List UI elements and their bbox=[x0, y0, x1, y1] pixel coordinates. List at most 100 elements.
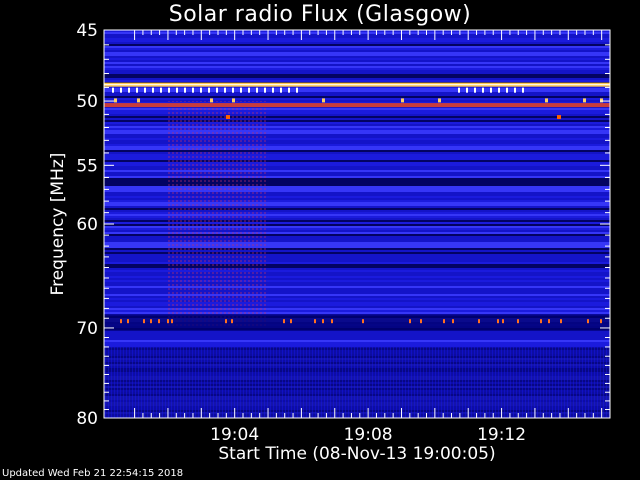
spike bbox=[458, 87, 460, 93]
spectrogram-row bbox=[104, 60, 610, 62]
y-tick-label: 70 bbox=[76, 319, 98, 339]
x-tick-label: 19:08 bbox=[344, 425, 393, 445]
enhanced-emission-band bbox=[167, 101, 269, 328]
spike bbox=[522, 87, 524, 93]
spectrogram-row bbox=[104, 88, 610, 90]
spike bbox=[136, 87, 138, 93]
spike bbox=[482, 87, 484, 93]
spectrogram-row bbox=[104, 74, 610, 76]
spike bbox=[296, 87, 298, 93]
spectrogram-row bbox=[104, 334, 610, 336]
spike bbox=[557, 115, 561, 120]
spike bbox=[176, 87, 178, 93]
spectrogram-row bbox=[104, 54, 610, 56]
spike bbox=[420, 319, 422, 324]
spectrogram-row bbox=[104, 58, 610, 60]
dark-band bbox=[104, 314, 610, 331]
spectrogram-row bbox=[104, 78, 610, 80]
spike bbox=[137, 98, 140, 103]
spike bbox=[167, 319, 169, 324]
spike bbox=[560, 319, 562, 324]
spike bbox=[114, 98, 117, 103]
spike bbox=[322, 98, 325, 103]
spike bbox=[548, 319, 550, 324]
spectrogram-row bbox=[104, 56, 610, 58]
spectrogram-row bbox=[104, 336, 610, 338]
spike bbox=[168, 87, 170, 93]
x-tick-label: 19:04 bbox=[210, 425, 259, 445]
spike bbox=[452, 319, 454, 324]
spike bbox=[248, 87, 250, 93]
spectrogram-row bbox=[104, 80, 610, 82]
spectrogram-chart: 45505560708019:04 19:08 19:12 bbox=[76, 21, 611, 445]
spike bbox=[232, 98, 235, 103]
spike bbox=[438, 98, 441, 103]
spectrogram-row bbox=[104, 76, 610, 78]
spectrogram-row bbox=[104, 62, 610, 64]
spectrogram-row bbox=[104, 66, 610, 68]
spike bbox=[128, 87, 130, 93]
spike bbox=[208, 87, 210, 93]
spectrogram-row bbox=[104, 90, 610, 92]
spectrogram-row bbox=[104, 50, 610, 52]
spike bbox=[600, 98, 603, 103]
x-axis-label: Start Time (08-Nov-13 19:00:05) bbox=[218, 444, 496, 464]
spike bbox=[192, 87, 194, 93]
y-tick-label: 55 bbox=[76, 156, 98, 176]
spectrogram-row bbox=[104, 98, 610, 100]
spectrogram-row bbox=[104, 48, 610, 50]
spike bbox=[264, 87, 266, 93]
spectrogram-row bbox=[104, 52, 610, 54]
spike bbox=[225, 319, 227, 324]
spike bbox=[583, 98, 586, 103]
spike bbox=[545, 98, 548, 103]
spike bbox=[216, 87, 218, 93]
spectrogram-row bbox=[104, 42, 610, 44]
spectrogram-row bbox=[104, 32, 610, 34]
spectrogram-row bbox=[104, 92, 610, 94]
updated-timestamp: Updated Wed Feb 21 22:54:15 2018 bbox=[2, 468, 184, 479]
spike bbox=[127, 319, 129, 324]
spectrogram-row bbox=[104, 70, 610, 72]
spectrogram-row bbox=[104, 72, 610, 74]
spectrogram-row bbox=[104, 40, 610, 42]
spike bbox=[517, 319, 519, 324]
spike bbox=[120, 319, 122, 324]
spike bbox=[314, 319, 316, 324]
spike bbox=[587, 319, 589, 324]
spectrogram-row bbox=[104, 36, 610, 38]
spike bbox=[184, 87, 186, 93]
spike bbox=[231, 319, 233, 324]
spike bbox=[443, 319, 445, 324]
spike bbox=[409, 319, 411, 324]
spike bbox=[112, 87, 114, 93]
spectrogram-row bbox=[104, 338, 610, 340]
spike bbox=[158, 319, 160, 324]
spike bbox=[322, 319, 324, 324]
spike bbox=[210, 98, 213, 103]
spike bbox=[280, 87, 282, 93]
spike bbox=[498, 87, 500, 93]
chart-title: Solar radio Flux (Glasgow) bbox=[168, 2, 472, 27]
spike bbox=[240, 87, 242, 93]
spike bbox=[514, 87, 516, 93]
spike bbox=[401, 98, 404, 103]
interference-line-core bbox=[104, 84, 610, 86]
spike bbox=[331, 319, 333, 324]
spike bbox=[226, 115, 230, 120]
spike bbox=[290, 319, 292, 324]
spike bbox=[490, 87, 492, 93]
spectrogram-row bbox=[104, 46, 610, 48]
spike bbox=[256, 87, 258, 93]
spectrogram-row bbox=[104, 34, 610, 36]
spectrogram-image bbox=[104, 30, 610, 418]
spike bbox=[200, 87, 202, 93]
spike bbox=[283, 319, 285, 324]
spike bbox=[152, 87, 154, 93]
spectrogram-row bbox=[104, 96, 610, 98]
spectrogram-row bbox=[104, 68, 610, 70]
spike bbox=[288, 87, 290, 93]
x-tick-label: 19:12 bbox=[477, 425, 526, 445]
interference-line bbox=[104, 103, 610, 108]
y-tick-label: 50 bbox=[76, 92, 98, 112]
